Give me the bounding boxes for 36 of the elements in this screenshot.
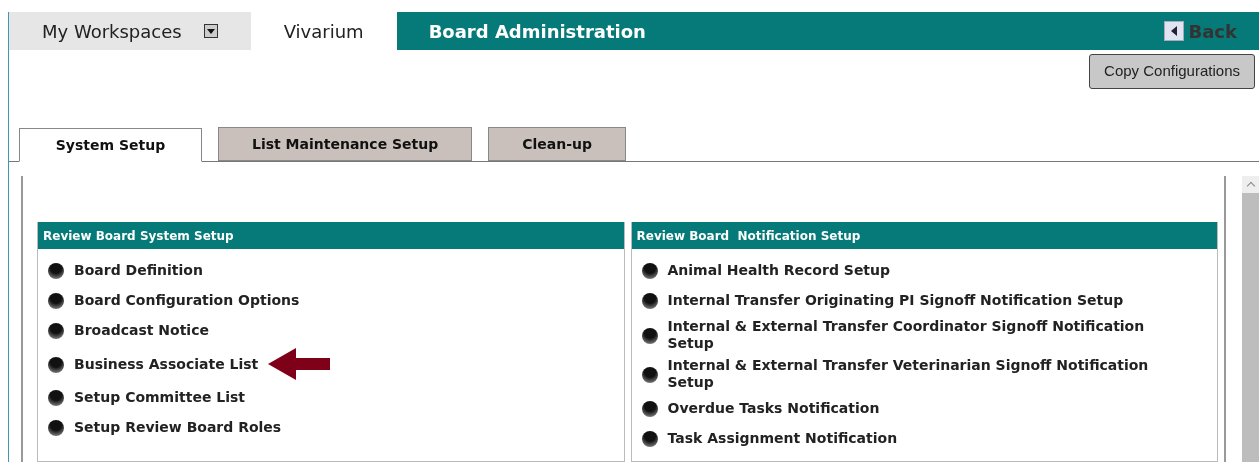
section-header: Review Board Notification Setup <box>631 222 1217 249</box>
scrollbar[interactable] <box>1242 176 1259 462</box>
setup-link[interactable]: Board Configuration Options <box>74 292 300 309</box>
setup-link[interactable]: Overdue Tasks Notification <box>667 400 880 417</box>
setup-link[interactable]: Setup Committee List <box>74 389 245 406</box>
setup-link[interactable]: Internal & External Transfer Veterinarian Signoff Notification Setup <box>667 357 1188 391</box>
bullet-icon <box>641 401 658 417</box>
workspace-tab[interactable]: My Workspaces <box>9 12 251 50</box>
bullet-icon <box>48 420 64 436</box>
setup-link[interactable]: Board Definition <box>74 262 203 279</box>
tab[interactable]: List Maintenance Setup <box>218 127 473 161</box>
bullet-icon <box>48 323 64 339</box>
module-title: Board Administration <box>428 19 646 44</box>
tab[interactable]: System Setup <box>19 128 202 162</box>
bullet-icon <box>641 293 658 309</box>
setup-link[interactable]: Broadcast Notice <box>74 322 209 339</box>
tab[interactable]: Clean-up <box>488 127 627 161</box>
bullet-icon <box>48 356 64 373</box>
setup-link[interactable]: Business Associate List <box>74 355 259 373</box>
copy-configurations-button[interactable]: Copy Configurations <box>1089 54 1255 89</box>
bullet-icon <box>641 431 658 447</box>
scroll-up-icon <box>1242 176 1259 193</box>
bullet-icon <box>48 390 64 406</box>
bullet-icon <box>48 293 64 309</box>
setup-link[interactable]: Task Assignment Notification <box>667 430 898 447</box>
left-arrow-icon <box>268 348 331 380</box>
bullet-icon <box>641 263 658 279</box>
section-header: Review Board System Setup <box>38 222 624 249</box>
setup-link[interactable]: Internal & External Transfer Coordinator Signoff Notification Setup <box>667 318 1188 352</box>
dropdown-icon[interactable] <box>203 24 218 38</box>
bullet-icon <box>48 263 64 279</box>
setup-link[interactable]: Animal Health Record Setup <box>667 262 891 279</box>
bullet-icon <box>641 366 658 383</box>
bullet-icon <box>641 327 658 344</box>
setup-link[interactable]: Internal Transfer Originating PI Signoff Notification Setup <box>667 292 1124 309</box>
setup-link[interactable]: Setup Review Board Roles <box>74 419 282 436</box>
